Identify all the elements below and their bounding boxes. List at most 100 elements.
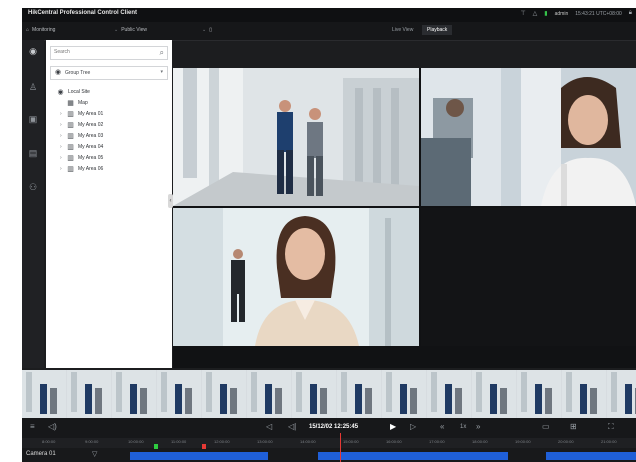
recording-segment[interactable] (318, 452, 508, 460)
layout-icon[interactable]: ⊞ (570, 422, 577, 432)
ruler-tick-label: 19:00:00 (515, 439, 531, 444)
ruler-tick-label: 20:00:00 (558, 439, 574, 444)
chevron-down-icon: ⌄ (114, 27, 119, 33)
speed-up-icon[interactable]: » (476, 422, 480, 432)
ruler-tick-label: 13:00:00 (257, 439, 273, 444)
play-icon[interactable]: ▶ (390, 422, 396, 432)
thumbnail-frame[interactable] (202, 370, 246, 418)
timeline-ruler[interactable]: 8:00:00 9:00:00 10:00:00 11:00:00 12:00:00 13… (22, 438, 636, 448)
video-tile-1[interactable] (173, 68, 419, 206)
alert-icon[interactable]: △ (533, 10, 538, 17)
filter-icon[interactable]: ⊤ (520, 10, 525, 17)
camera-feed-image (173, 208, 419, 346)
tree-item-area[interactable]: › ▥ My Area 06 (50, 163, 168, 174)
tree-item-area[interactable]: › ▥ My Area 04 (50, 141, 168, 152)
fullscreen-icon[interactable]: ⛶ (608, 422, 614, 432)
user-icon[interactable]: ⚇ (27, 182, 39, 192)
ruler-tick-label: 18:00:00 (472, 439, 488, 444)
lock-icon[interactable]: 🔒︎ (629, 10, 632, 17)
thumbnail-frame[interactable] (112, 370, 156, 418)
volume-icon[interactable]: ◁) (48, 422, 57, 432)
view-options[interactable]: ⌄ ▯ (202, 27, 212, 33)
tree-item-label: Local Site (68, 88, 90, 95)
search-input[interactable] (54, 49, 144, 55)
thumbnail-strip[interactable] (22, 370, 636, 418)
clip-icon[interactable]: ▭ (542, 422, 550, 432)
thumbnail-frame[interactable] (157, 370, 201, 418)
playhead[interactable] (340, 433, 341, 462)
home-icon: ⌂ (26, 27, 30, 33)
ruler-tick-label: 17:00:00 (429, 439, 445, 444)
tree-item-local-site[interactable]: ◉ Local Site (50, 86, 168, 97)
thumbnail-frame[interactable] (337, 370, 381, 418)
thumbnail-frames (22, 370, 636, 418)
ruler-tick-label: 11:00:00 (171, 439, 187, 444)
thumbnail-frame[interactable] (292, 370, 336, 418)
reverse-play-icon[interactable]: ◁| (288, 422, 296, 432)
group-tree-label: Group Tree (65, 70, 91, 76)
thumbnail-frame[interactable] (67, 370, 111, 418)
tab-playback[interactable]: Playback (422, 25, 453, 35)
recording-segment[interactable] (130, 452, 268, 460)
tree-item-label: My Area 01 (78, 110, 104, 117)
chevron-down-icon: ⌄ (202, 27, 207, 33)
tree-item-area[interactable]: › ▥ My Area 05 (50, 152, 168, 163)
tree-item-map[interactable]: ▦ Map (50, 97, 168, 108)
tab-live-view[interactable]: Live View (388, 26, 417, 34)
tree-item-label: My Area 02 (78, 121, 104, 128)
menu-lines-icon[interactable]: ≡ (30, 422, 35, 432)
left-icon-rail: ◉ ♙ ▣ ▤ ⚇ (22, 40, 44, 368)
id-card-icon[interactable]: ▤ (27, 148, 39, 158)
thumbnail-frame[interactable] (382, 370, 426, 418)
tag-marker-green[interactable] (154, 444, 158, 449)
tree-item-area[interactable]: › ▥ My Area 01 (50, 108, 168, 119)
module-menu-label: Monitoring (32, 27, 56, 33)
next-frame-icon[interactable]: ▷ (410, 422, 416, 432)
playback-speed[interactable]: 1x (460, 424, 466, 430)
video-grid (173, 68, 636, 368)
tree-item-area[interactable]: › ▥ My Area 03 (50, 130, 168, 141)
search-icon[interactable]: ⌕ (160, 48, 164, 57)
site-icon: ◉ (57, 88, 64, 96)
tag-marker-red[interactable] (202, 444, 206, 449)
view-selector-label: Public View (121, 27, 147, 33)
video-tile-2[interactable] (421, 68, 636, 206)
previous-frame-icon[interactable]: ◁ (266, 422, 272, 432)
video-tile-4-empty[interactable] (421, 208, 636, 346)
recording-track[interactable]: Camera 01 ▽ (22, 448, 636, 462)
camera-feed-image (173, 68, 419, 206)
area-icon: ▥ (67, 143, 74, 151)
area-icon: ▥ (67, 154, 74, 162)
person-icon[interactable]: ♙ (27, 82, 39, 92)
door-icon[interactable]: ▣ (27, 114, 39, 124)
thumbnail-frame[interactable] (247, 370, 291, 418)
thumbnail-frame[interactable] (517, 370, 561, 418)
globe-icon: ◉ (55, 69, 62, 76)
status-icon[interactable]: ▮ (544, 10, 547, 17)
filter-icon[interactable]: ▽ (92, 450, 97, 458)
view-selector[interactable]: ⌄ Public View (114, 27, 147, 33)
slow-down-icon[interactable]: « (440, 422, 444, 432)
menu-bar: ⌂ Monitoring ⌄ Public View ⌄ ▯ Live View… (22, 22, 636, 41)
thumbnail-frame[interactable] (22, 370, 66, 418)
group-tree-select[interactable]: ◉ Group Tree ▾ (50, 66, 168, 80)
tree-item-label: My Area 06 (78, 165, 104, 172)
title-bar-icons: ⊤ △ ▮ admin 15:43:21 UTC+08:00 🔒︎ (520, 10, 632, 17)
video-tile-3[interactable] (173, 208, 419, 346)
search-box[interactable]: ⌕ (50, 46, 168, 60)
ruler-tick-label: 15:00:00 (343, 439, 359, 444)
thumbnail-frame[interactable] (607, 370, 636, 418)
camera-feed-image (421, 68, 636, 206)
module-menu[interactable]: ⌂ Monitoring (26, 27, 55, 33)
clock-readout: 15:43:21 UTC+08:00 (575, 10, 622, 17)
thumbnail-frame[interactable] (427, 370, 471, 418)
chevron-down-icon: ▾ (160, 69, 163, 75)
playback-time: 15/12/02 12:25:45 (309, 424, 359, 430)
thumbnail-frame[interactable] (562, 370, 606, 418)
user-menu[interactable]: admin (555, 11, 569, 17)
globe-icon[interactable]: ◉ (27, 46, 39, 56)
recording-segment[interactable] (546, 452, 636, 460)
thumbnail-frame[interactable] (472, 370, 516, 418)
camera-select-label[interactable]: Camera 01 (26, 451, 56, 457)
tree-item-area[interactable]: › ▥ My Area 02 (50, 119, 168, 130)
